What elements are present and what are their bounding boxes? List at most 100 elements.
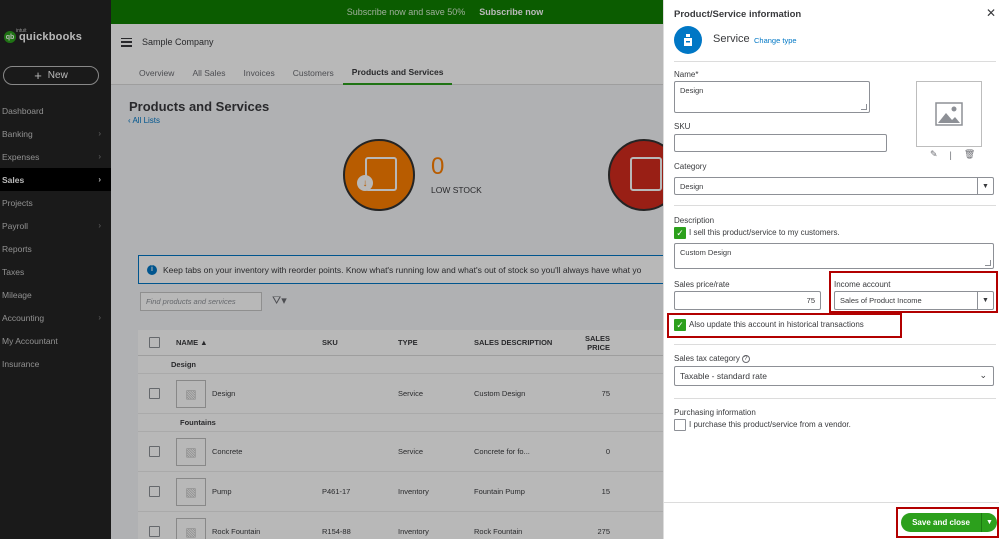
panel-footer: Save and close ▼ — [664, 502, 999, 539]
description-field[interactable]: Custom Design — [674, 243, 994, 269]
service-type-icon — [674, 26, 702, 54]
row-checkbox[interactable] — [138, 388, 170, 399]
tab-invoices[interactable]: Invoices — [235, 60, 284, 85]
product-sku: P461-17 — [322, 487, 351, 496]
sales-tax-select[interactable]: Taxable - standard rate ⌄ — [674, 366, 994, 386]
sell-checkbox[interactable]: ✓ — [674, 227, 686, 239]
sidebar-item-my-accountant[interactable]: My Accountant — [0, 329, 111, 352]
chevron-down-icon[interactable]: ⌄ — [979, 370, 987, 381]
sales-tax-value: Taxable - standard rate — [680, 371, 767, 381]
sell-checkbox-label: I sell this product/service to my custom… — [689, 228, 840, 237]
sidebar-item-payroll[interactable]: Payroll › — [0, 214, 111, 237]
help-icon[interactable]: ? — [741, 354, 750, 363]
product-search-input[interactable]: Find products and services — [140, 292, 262, 311]
product-description: Concrete for fo... — [474, 447, 530, 456]
sidebar-item-expenses[interactable]: Expenses › — [0, 145, 111, 168]
income-account-select[interactable]: Sales of Product Income ▼ — [834, 291, 994, 310]
quickbooks-logo[interactable]: qb quickbooks — [4, 31, 82, 43]
change-type-link[interactable]: Change type — [754, 36, 797, 45]
category-group-row: Fountains — [138, 414, 663, 432]
sidebar-item-insurance[interactable]: Insurance — [0, 352, 111, 375]
row-checkbox[interactable] — [138, 486, 170, 497]
purchase-checkbox-label: I purchase this product/service from a v… — [689, 420, 851, 429]
purchase-checkbox[interactable] — [674, 419, 686, 431]
close-icon[interactable]: ✕ — [986, 6, 996, 20]
edit-icon[interactable]: ✎ — [930, 149, 938, 160]
col-type[interactable]: TYPE — [392, 338, 468, 347]
sidebar-item-label: Insurance — [2, 358, 40, 369]
sales-tax-label: Sales tax category? — [674, 354, 750, 363]
tab-customers[interactable]: Customers — [284, 60, 343, 85]
sidebar-item-label: Dashboard — [2, 105, 44, 116]
sidebar-item-dashboard[interactable]: Dashboard — [0, 99, 111, 122]
product-name[interactable]: Concrete — [212, 447, 242, 456]
save-and-close-button[interactable]: Save and close ▼ — [901, 513, 997, 532]
product-price: 75 — [601, 389, 610, 398]
table-row[interactable]: ▧ Concrete Service Concrete for fo... 0 — [138, 432, 663, 472]
product-description: Fountain Pump — [474, 487, 525, 496]
sidebar-item-mileage[interactable]: Mileage — [0, 283, 111, 306]
new-button[interactable]: + New — [3, 66, 99, 85]
product-name[interactable]: Rock Fountain — [212, 527, 260, 536]
sidebar-item-label: Mileage — [2, 289, 32, 300]
box-icon — [630, 157, 662, 191]
image-placeholder[interactable] — [916, 81, 982, 147]
image-icon — [935, 102, 963, 126]
new-button-label: New — [47, 70, 68, 81]
sidebar-item-label: Banking — [2, 128, 33, 139]
sales-price-field[interactable]: 75 — [674, 291, 821, 310]
sidebar-item-label: Expenses — [2, 151, 40, 162]
subscribe-now-link[interactable]: Subscribe now — [479, 7, 543, 17]
row-checkbox[interactable] — [138, 446, 170, 457]
select-all-checkbox[interactable] — [138, 337, 170, 348]
chevron-down-icon[interactable]: ▼ — [977, 292, 993, 309]
table-row[interactable]: ▧ Pump P461-17 Inventory Fountain Pump 15 — [138, 472, 663, 512]
divider — [674, 398, 996, 399]
col-sales-description[interactable]: SALES DESCRIPTION — [468, 338, 564, 347]
tab-all-sales[interactable]: All Sales — [183, 60, 234, 85]
down-arrow-icon: ↓ — [357, 175, 373, 191]
sidebar-item-reports[interactable]: Reports — [0, 237, 111, 260]
product-name[interactable]: Design — [212, 389, 235, 398]
separator: | — [949, 149, 952, 160]
low-stock-count: 0 — [431, 153, 445, 180]
product-service-panel: Product/Service information ✕ Service Ch… — [663, 0, 999, 539]
sidebar-item-banking[interactable]: Banking › — [0, 122, 111, 145]
sidebar-item-accounting[interactable]: Accounting › — [0, 306, 111, 329]
table-row[interactable]: ▧ Rock Fountain R154-88 Inventory Rock Fount… — [138, 512, 663, 539]
product-type: Service — [398, 447, 424, 456]
low-stock-circle[interactable]: ↓ — [343, 139, 415, 211]
sidebar-item-sales[interactable]: Sales › — [0, 168, 111, 191]
col-sku[interactable]: SKU — [316, 338, 392, 347]
sidebar-item-label: Projects — [2, 197, 33, 208]
col-name[interactable]: NAME ▲ — [170, 338, 316, 347]
info-icon: i — [147, 264, 157, 275]
sku-field[interactable] — [674, 134, 887, 152]
table-row[interactable]: ▧ Design Service Custom Design 75 — [138, 374, 663, 414]
sidebar-item-taxes[interactable]: Taxes — [0, 260, 111, 283]
sidebar-item-label: Taxes — [2, 266, 25, 277]
historical-update-checkbox[interactable]: ✓ — [674, 319, 686, 331]
hamburger-menu-icon[interactable] — [121, 37, 132, 47]
tab-products-and-services[interactable]: Products and Services — [342, 60, 453, 85]
page-title: Products and Services — [129, 99, 270, 114]
tab-overview[interactable]: Overview — [130, 60, 183, 85]
sidebar-item-projects[interactable]: Projects — [0, 191, 111, 214]
sales-tax-label-text: Sales tax category — [674, 354, 740, 363]
chevron-down-icon[interactable]: ▼ — [981, 513, 997, 532]
row-checkbox[interactable] — [138, 526, 170, 537]
product-name[interactable]: Pump — [212, 487, 232, 496]
name-field[interactable]: Design — [674, 81, 870, 113]
all-lists-link[interactable]: ‹ All Lists — [128, 116, 160, 125]
product-type: Service — [398, 389, 424, 398]
trash-icon[interactable]: 🗑 — [964, 149, 975, 160]
table-body: Design ▧ Design Service Custom Design 75 Fount… — [138, 356, 663, 539]
filter-icon[interactable]: ⛛▾ — [272, 294, 287, 308]
chevron-down-icon[interactable]: ▼ — [977, 178, 993, 194]
nav-list: Dashboard Banking › Expenses › Sales › Projects… — [0, 99, 111, 375]
category-select[interactable]: Design ▼ — [674, 177, 994, 195]
out-of-stock-circle[interactable] — [608, 139, 663, 211]
product-description: Custom Design — [474, 389, 526, 398]
col-sales-price[interactable]: SALES PRICE — [564, 334, 614, 352]
brand-name: quickbooks — [19, 31, 83, 43]
